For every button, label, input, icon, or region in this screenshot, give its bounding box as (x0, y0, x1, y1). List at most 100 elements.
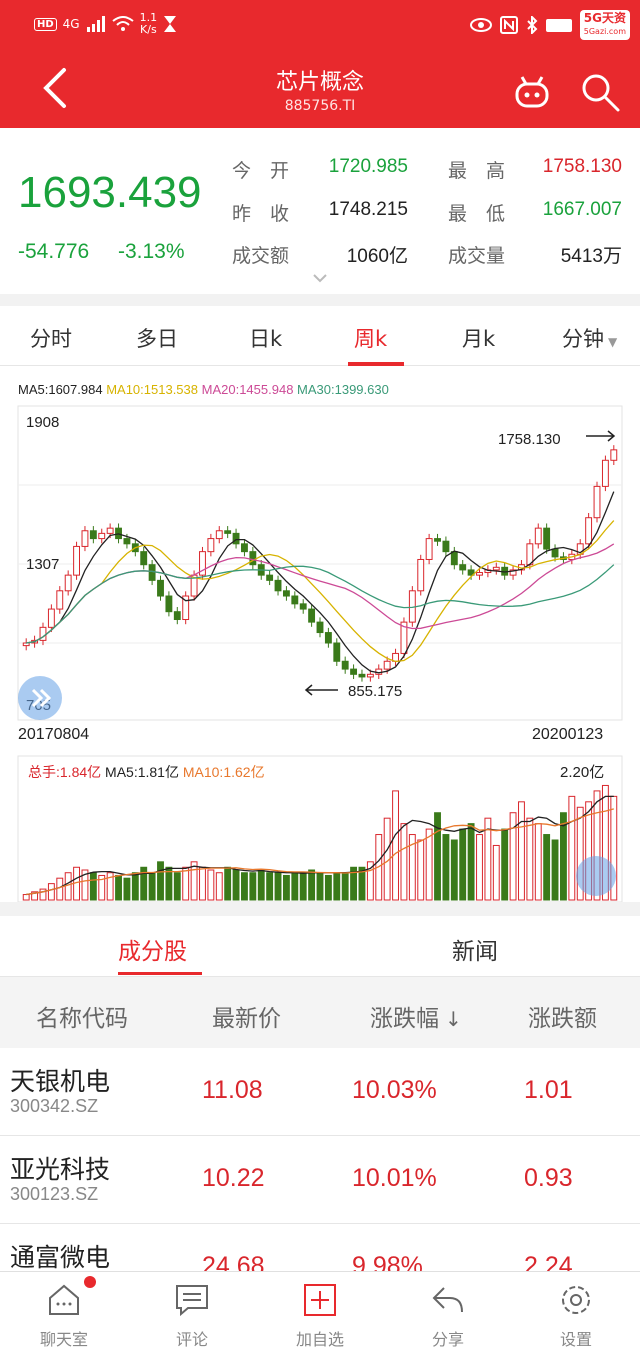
candle-body (350, 668, 358, 675)
volume-bar (131, 872, 139, 901)
candles-group (22, 445, 618, 682)
floating-assist-button[interactable] (18, 676, 62, 720)
candle-body (375, 668, 383, 675)
tab-monthly-k[interactable]: 月k (462, 323, 495, 353)
candle-body (81, 530, 89, 547)
volume-bar (190, 861, 198, 901)
volume-bars-group (22, 784, 618, 901)
ma30-legend: MA30:1399.630 (297, 382, 389, 397)
candle-body (224, 530, 232, 534)
x-axis-end-label: 20200123 (532, 726, 604, 743)
ma-legend: MA5:1607.984 MA10:1513.538 MA20:1455.948… (18, 382, 389, 397)
min-arrow-icon (304, 684, 338, 696)
bottom-nav: 聊天室 评论 加自选 分享 设置 (0, 1271, 640, 1351)
volume-bar (459, 828, 467, 901)
divider (0, 294, 640, 306)
volume-bar (366, 861, 374, 901)
volume-bar (182, 866, 190, 901)
stock-change-pct: 10.03% (352, 1076, 437, 1104)
candle-body (383, 660, 391, 670)
table-row[interactable]: 天银机电 300342.SZ 11.08 10.03% 1.01 (0, 1048, 640, 1136)
volume-bar (417, 839, 425, 901)
stock-code: 300342.SZ (10, 1096, 99, 1116)
stock-change-amt: 1.01 (524, 1076, 573, 1104)
volume-bar (241, 872, 248, 901)
volume-bar (316, 872, 324, 901)
comment-icon (176, 1285, 208, 1317)
volume-bar (123, 877, 131, 901)
nav-chat-room[interactable]: 聊天室 (14, 1272, 114, 1352)
volume-bar (56, 877, 64, 901)
col-change-amt[interactable]: 涨跌额 (528, 999, 597, 1033)
volume-bar (157, 861, 164, 901)
volume-legend: 总手:1.84亿 MA5:1.81亿 MA10:1.62亿 (28, 762, 265, 782)
volume-bar (64, 872, 72, 901)
candle-body (123, 538, 131, 545)
nav-add-watchlist[interactable]: 加自选 (270, 1272, 370, 1352)
col-change-pct[interactable]: 涨跌幅 ↓ (370, 999, 462, 1033)
high-value: 1758.130 (542, 156, 622, 177)
ma5-line (26, 491, 615, 674)
net-speed: 1.1 K/s (139, 11, 158, 36)
candle-body (425, 538, 433, 560)
status-left: HD 4G 1.1 K/s (34, 12, 177, 36)
candle-body (492, 566, 500, 571)
col-price[interactable]: 最新价 (212, 999, 281, 1033)
tab-intraday[interactable]: 分时 (30, 323, 72, 353)
candle-body (165, 595, 173, 613)
candle-body (47, 608, 55, 628)
kline-chart[interactable] (0, 400, 640, 902)
candle-body (366, 673, 374, 678)
price-change-pct: -3.13% (118, 240, 185, 263)
candle-body (299, 603, 307, 610)
nav-bar: 芯片概念 885756.TI (0, 52, 640, 128)
candle-body (157, 579, 164, 597)
content-tabs: 成分股 新闻 (0, 916, 640, 976)
signal-icon (86, 16, 105, 32)
high-label: 最 高 (448, 160, 506, 182)
nav-label: 评论 (175, 1330, 208, 1349)
stock-name: 通富微电 (10, 1243, 111, 1272)
arrow-down-icon: ↓ (445, 1007, 462, 1031)
candle-body (207, 538, 215, 553)
volume-bar (476, 834, 483, 901)
open-label: 今 开 (232, 160, 290, 182)
volume-bar (434, 812, 441, 901)
col-name-code[interactable]: 名称代码 (36, 999, 128, 1033)
tab-weekly-k[interactable]: 周k (354, 323, 387, 353)
low-value: 1667.007 (542, 199, 622, 220)
nav-settings[interactable]: 设置 (526, 1272, 626, 1352)
tab-daily-k[interactable]: 日k (249, 323, 282, 353)
settings-icon (562, 1286, 590, 1314)
floating-volume-button[interactable] (576, 856, 616, 896)
chat-room-icon (49, 1284, 79, 1315)
candle-body (324, 632, 332, 644)
search-icon[interactable] (578, 70, 622, 114)
candle-body (56, 590, 64, 610)
double-chevron-icon (31, 688, 52, 708)
stock-name: 天银机电 (10, 1067, 111, 1096)
active-subtab-underline (118, 972, 202, 975)
volume-bar (266, 872, 274, 901)
tab-constituents[interactable]: 成分股 (118, 932, 187, 966)
tab-multiday[interactable]: 多日 (136, 323, 178, 353)
candle-body (434, 538, 441, 542)
add-watchlist-icon (304, 1284, 336, 1316)
prev-close-label: 昨 收 (232, 203, 290, 225)
robot-assistant-icon[interactable] (512, 72, 552, 112)
nav-comment[interactable]: 评论 (142, 1272, 242, 1352)
nav-share[interactable]: 分享 (398, 1272, 498, 1352)
volume-bar (173, 872, 181, 901)
candle-body (106, 527, 114, 534)
tab-news[interactable]: 新闻 (452, 932, 498, 966)
volume-ma5: MA5:1.81亿 (105, 764, 179, 780)
volume-bar (518, 801, 525, 901)
volume-bar (224, 866, 232, 901)
tab-minute[interactable]: 分钟 ▼ (562, 323, 617, 353)
chevron-down-icon[interactable] (312, 273, 328, 283)
volume-bar (299, 872, 307, 901)
max-arrow-icon (586, 430, 616, 442)
stock-price: 11.08 (202, 1076, 263, 1104)
table-row[interactable]: 亚光科技 300123.SZ 10.22 10.01% 0.93 (0, 1136, 640, 1224)
candle-body (450, 551, 458, 566)
